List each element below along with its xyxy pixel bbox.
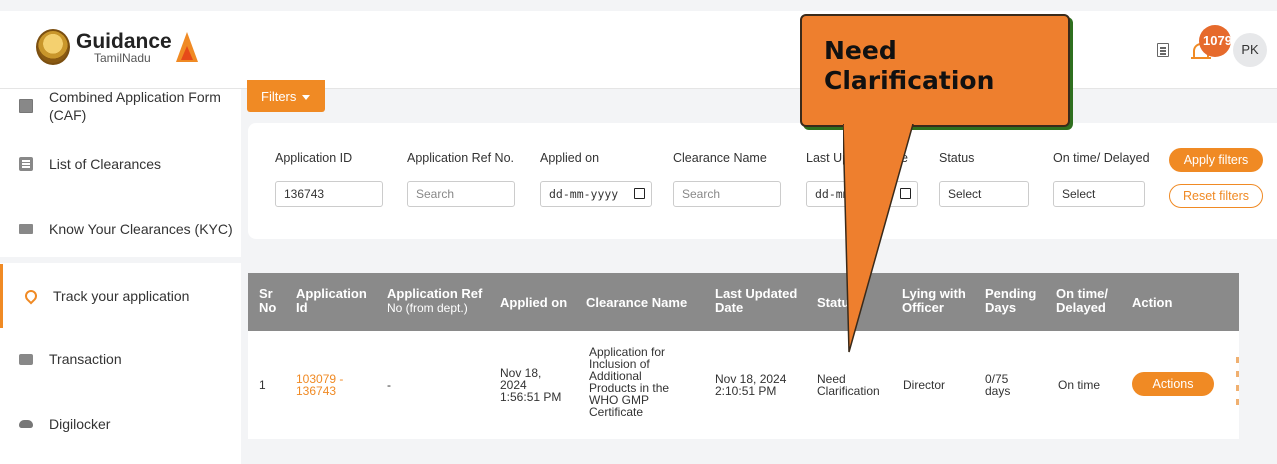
sidebar-divider bbox=[0, 257, 241, 263]
cell-last-updated: Nov 18, 2024 2:10:51 PM bbox=[715, 373, 786, 397]
cell-status: Need Clarification bbox=[817, 373, 880, 397]
cell-text: Certificate bbox=[589, 405, 644, 419]
sidebar-item-label: Transaction bbox=[49, 351, 122, 367]
callout-line: Clarification bbox=[824, 66, 995, 95]
header-text: No bbox=[259, 300, 277, 315]
clearance-name-label: Clearance Name bbox=[673, 151, 767, 165]
status-label: Status bbox=[939, 151, 975, 165]
logo-text: Guidance TamilNadu bbox=[76, 31, 172, 64]
cell-sr: 1 bbox=[259, 378, 266, 392]
header-text: Pending bbox=[985, 286, 1037, 301]
cell-text: 136743 bbox=[296, 384, 337, 398]
logo-flame-icon bbox=[175, 32, 198, 62]
header-on-time: On time/Delayed bbox=[1056, 287, 1108, 315]
list-icon bbox=[19, 157, 33, 171]
row-overflow-indicator bbox=[1236, 357, 1239, 407]
header-text: Delayed bbox=[1056, 300, 1106, 315]
notification-bell[interactable]: 1079 bbox=[1191, 25, 1231, 61]
actions-button[interactable]: Actions bbox=[1132, 372, 1214, 396]
header-application-ref: Application Ref No (from dept.) bbox=[387, 286, 483, 316]
applied-on-date-input[interactable]: dd-mm-yyyy bbox=[540, 181, 652, 207]
tamilnadu-emblem-icon bbox=[36, 29, 70, 65]
cloud-icon bbox=[19, 420, 33, 428]
cell-text: 1:56:51 PM bbox=[500, 390, 562, 404]
header-action: Action bbox=[1132, 295, 1173, 310]
logo-title: Guidance bbox=[76, 29, 172, 53]
header-text: Days bbox=[985, 300, 1017, 315]
on-time-label: On time/ Delayed bbox=[1053, 151, 1150, 165]
cell-lying-with: Director bbox=[903, 378, 946, 392]
cell-text: Clarification bbox=[817, 384, 880, 398]
card-icon bbox=[19, 353, 33, 365]
cell-clearance-name: Application for Inclusion of Additional Pro… bbox=[589, 346, 669, 418]
sidebar-item-label: Know Your Clearances (KYC) bbox=[49, 221, 233, 237]
callout-pointer-shape bbox=[843, 124, 914, 353]
cell-ref: - bbox=[387, 378, 391, 392]
top-icons: 1079 PK bbox=[1157, 25, 1267, 67]
header-text: Date bbox=[715, 300, 744, 315]
reset-filters-button[interactable]: Reset filters bbox=[1169, 184, 1263, 208]
sidebar-item-track-application[interactable]: Track your application bbox=[0, 264, 241, 328]
application-ref-label: Application Ref No. bbox=[407, 151, 515, 165]
guidance-logo[interactable]: Guidance TamilNadu bbox=[36, 29, 198, 65]
cell-pending-days: 0/75 days bbox=[985, 373, 1010, 397]
header-text: Application bbox=[296, 286, 367, 301]
header-text: On time/ bbox=[1056, 286, 1109, 301]
document-icon bbox=[19, 99, 33, 113]
header-applied-on: Applied on bbox=[500, 295, 568, 310]
cell-application-id-link[interactable]: 103079 -136743 bbox=[296, 373, 343, 397]
filter-panel: Application ID 136743 Application Ref No… bbox=[248, 123, 1277, 239]
header-application-id: Application Id bbox=[296, 287, 367, 315]
header-clearance-name: Clearance Name bbox=[586, 295, 688, 310]
sidebar-item-caf[interactable]: Combined Application Form (CAF) bbox=[0, 81, 241, 131]
notification-badge: 1079 bbox=[1199, 25, 1231, 57]
logo-subtitle: TamilNadu bbox=[94, 50, 151, 65]
cell-text: 2:10:51 PM bbox=[715, 384, 777, 398]
sidebar-item-list-of-clearances[interactable]: List of Clearances bbox=[0, 139, 241, 189]
clearance-name-input[interactable]: Search bbox=[673, 181, 781, 207]
cell-on-time: On time bbox=[1058, 378, 1101, 392]
sidebar-item-label: Track your application bbox=[53, 288, 190, 304]
sidebar-item-digilocker[interactable]: Digilocker bbox=[0, 399, 241, 449]
header-pending-days: Pending Days bbox=[985, 287, 1036, 315]
cell-text: days bbox=[985, 384, 1011, 398]
location-pin-icon bbox=[22, 287, 40, 305]
document-list-icon[interactable] bbox=[1157, 43, 1169, 57]
apply-filters-button[interactable]: Apply filters bbox=[1169, 148, 1263, 172]
applications-table: Sr No Application Id Application Ref No (fr… bbox=[248, 273, 1239, 439]
book-icon bbox=[19, 224, 33, 234]
sidebar-item-transaction[interactable]: Transaction bbox=[0, 334, 241, 384]
header-text: Last Updated bbox=[715, 286, 798, 301]
header-text: Id bbox=[296, 300, 308, 315]
applied-on-label: Applied on bbox=[540, 151, 600, 165]
sidebar: Combined Application Form (CAF) List of … bbox=[0, 89, 241, 464]
filters-label: Filters bbox=[261, 89, 297, 104]
header-last-updated: Last Updated Date bbox=[715, 287, 797, 315]
sidebar-item-label: Combined Application Form (CAF) bbox=[49, 89, 221, 123]
need-clarification-callout: Need Clarification bbox=[800, 14, 1070, 127]
header-text: Application Ref bbox=[387, 286, 483, 301]
filters-toggle-button[interactable]: Filters bbox=[247, 80, 325, 112]
sidebar-item-label: Digilocker bbox=[49, 416, 111, 432]
top-bar: Guidance TamilNadu 1079 PK bbox=[0, 11, 1277, 89]
status-select[interactable]: Select bbox=[939, 181, 1029, 207]
application-id-label: Application ID bbox=[275, 151, 353, 165]
avatar[interactable]: PK bbox=[1233, 33, 1267, 67]
sidebar-item-kyc[interactable]: Know Your Clearances (KYC) bbox=[0, 204, 241, 254]
on-time-select[interactable]: Select bbox=[1053, 181, 1145, 207]
callout-pointer bbox=[843, 124, 914, 353]
bell-base bbox=[1191, 57, 1211, 59]
header-text: Sr bbox=[259, 286, 273, 301]
table-header: Sr No Application Id Application Ref No (fr… bbox=[248, 273, 1239, 331]
cell-applied-on: Nov 18, 2024 1:56:51 PM bbox=[500, 367, 561, 403]
callout-line: Need bbox=[824, 36, 897, 65]
application-ref-input[interactable]: Search bbox=[407, 181, 515, 207]
applied-on-placeholder: dd-mm-yyyy bbox=[549, 187, 619, 201]
header-text: No (from dept.) bbox=[387, 301, 468, 315]
sidebar-item-label: List of Clearances bbox=[49, 156, 162, 172]
application-id-input[interactable]: 136743 bbox=[275, 181, 383, 207]
header-sr: Sr No bbox=[259, 287, 276, 315]
caret-down-icon bbox=[302, 95, 311, 101]
calendar-icon bbox=[634, 188, 645, 199]
